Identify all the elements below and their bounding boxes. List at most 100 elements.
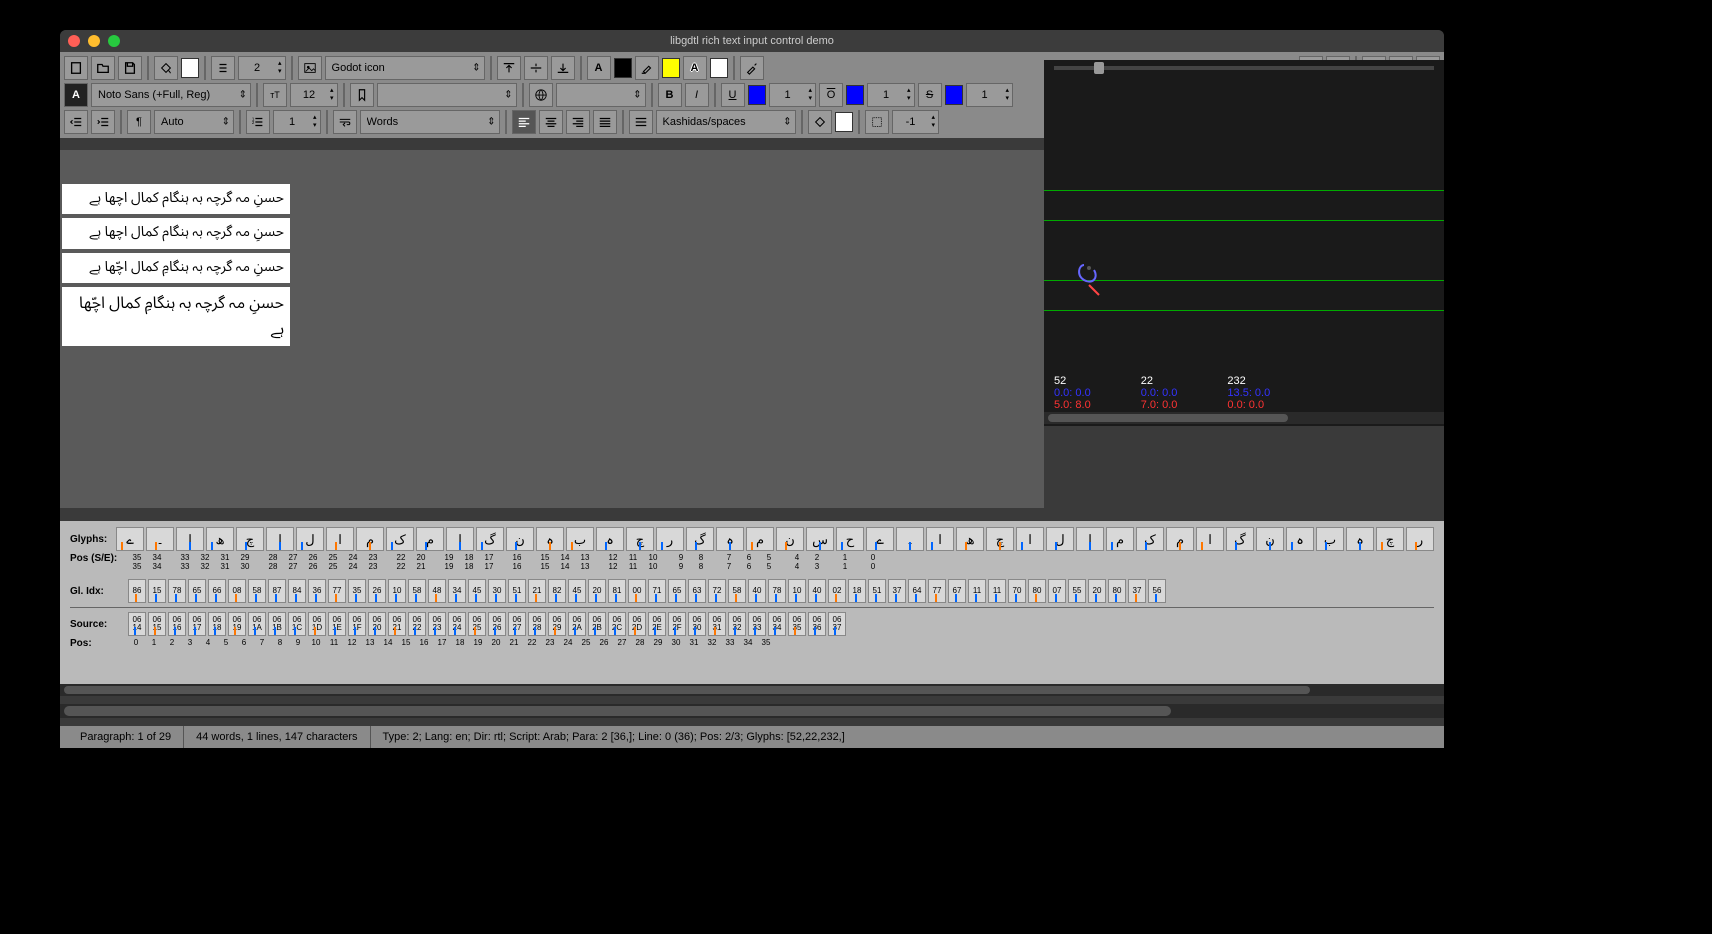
glyph-cell[interactable]: ہ [1346, 527, 1374, 551]
source-cell[interactable]: 0628 [528, 612, 546, 636]
glidx-cell[interactable]: 82 [548, 579, 566, 603]
source-cell[interactable]: 0626 [488, 612, 506, 636]
glyph-cell[interactable]: ر [1406, 527, 1434, 551]
text-block[interactable]: حسنِ مہ گرچہ بہ ہنگام کمال اچھا ہے حسنِ … [62, 184, 290, 346]
source-cell[interactable]: 0637 [828, 612, 846, 636]
wrap-select[interactable]: Words [360, 110, 500, 134]
glidx-cell[interactable]: 51 [508, 579, 526, 603]
glidx-cell[interactable]: 11 [988, 579, 1006, 603]
glidx-cell[interactable]: 80 [1028, 579, 1046, 603]
glidx-cell[interactable]: 67 [948, 579, 966, 603]
source-cell[interactable]: 061A [248, 612, 266, 636]
glyph-cell[interactable]: ۔ [146, 527, 174, 551]
source-cell[interactable]: 0629 [548, 612, 566, 636]
source-cell[interactable]: 0619 [228, 612, 246, 636]
glyph-cell[interactable]: ہ [716, 527, 744, 551]
italic-button[interactable]: I [685, 83, 709, 107]
glidx-cell[interactable]: 65 [668, 579, 686, 603]
eyedropper-button[interactable] [740, 56, 764, 80]
source-cell[interactable]: 0614 [128, 612, 146, 636]
justify-select[interactable]: Kashidas/spaces [656, 110, 796, 134]
indent-spinner[interactable]: 2 ▴▾ [238, 56, 286, 80]
list-level-spinner[interactable]: 1▴▾ [273, 110, 321, 134]
image-select[interactable]: Godot icon [325, 56, 485, 80]
outline-color-button[interactable]: A [683, 56, 707, 80]
source-cell[interactable]: 0624 [448, 612, 466, 636]
glidx-cell[interactable]: 77 [328, 579, 346, 603]
glyph-cell[interactable]: ے [866, 527, 894, 551]
feature-select[interactable] [377, 83, 517, 107]
glyph-cell[interactable]: ب [1316, 527, 1344, 551]
overline-button[interactable]: O [819, 83, 843, 107]
main-scrollbar[interactable] [60, 704, 1444, 718]
glyph-cell[interactable]: ھ [956, 527, 984, 551]
source-cell[interactable]: 0625 [468, 612, 486, 636]
glidx-cell[interactable]: 65 [188, 579, 206, 603]
glidx-cell[interactable]: 51 [868, 579, 886, 603]
source-cell[interactable]: 0616 [168, 612, 186, 636]
glyph-cell[interactable]: ہ [1286, 527, 1314, 551]
glidx-cell[interactable]: 78 [168, 579, 186, 603]
glidx-cell[interactable]: 48 [428, 579, 446, 603]
text-color-swatch[interactable] [614, 58, 632, 78]
source-cell[interactable]: 062A [568, 612, 586, 636]
inspector-scrollbar[interactable] [60, 684, 1444, 696]
margin-spinner[interactable]: -1▴▾ [892, 110, 940, 134]
glyph-cell[interactable]: ا [266, 527, 294, 551]
glyph-cell[interactable]: گ [1226, 527, 1254, 551]
slider-thumb[interactable] [1094, 62, 1104, 74]
glyph-cell[interactable]: چ [236, 527, 264, 551]
bold-button[interactable]: B [658, 83, 682, 107]
para-dir-button[interactable]: ¶ [127, 110, 151, 134]
glyph-cell[interactable]: ا [176, 527, 204, 551]
highlight-button[interactable] [635, 56, 659, 80]
glidx-cell[interactable]: 20 [1088, 579, 1106, 603]
source-cell[interactable]: 0630 [688, 612, 706, 636]
glyph-cell[interactable]: گ [476, 527, 504, 551]
glidx-cell[interactable]: 58 [728, 579, 746, 603]
source-cell[interactable]: 061E [328, 612, 346, 636]
glyph-cell[interactable]: ر [656, 527, 684, 551]
save-button[interactable] [118, 56, 142, 80]
fill-button[interactable] [154, 56, 178, 80]
glyph-cell[interactable]: ے [116, 527, 144, 551]
source-cell[interactable]: 0636 [808, 612, 826, 636]
source-cell[interactable]: 0634 [768, 612, 786, 636]
source-cell[interactable]: 0635 [788, 612, 806, 636]
glidx-cell[interactable]: 30 [488, 579, 506, 603]
glidx-cell[interactable]: 71 [648, 579, 666, 603]
glyph-cell[interactable]: م [1166, 527, 1194, 551]
underline-button[interactable]: U [721, 83, 745, 107]
glyph-cell[interactable]: چ [626, 527, 654, 551]
glidx-cell[interactable]: 15 [148, 579, 166, 603]
minimize-button[interactable] [88, 35, 100, 47]
glyph-cell[interactable]: ا [446, 527, 474, 551]
glidx-cell[interactable]: 07 [1048, 579, 1066, 603]
zoom-slider[interactable] [1054, 66, 1434, 70]
glyph-cell[interactable]: م [746, 527, 774, 551]
glidx-cell[interactable]: 78 [768, 579, 786, 603]
source-cell[interactable]: 0620 [368, 612, 386, 636]
source-cell[interactable]: 0622 [408, 612, 426, 636]
align-right-button[interactable] [566, 110, 590, 134]
glidx-cell[interactable]: 66 [208, 579, 226, 603]
underline-color-swatch[interactable] [748, 85, 766, 105]
glidx-cell[interactable]: 58 [408, 579, 426, 603]
glidx-cell[interactable]: 26 [368, 579, 386, 603]
glidx-cell[interactable]: 00 [628, 579, 646, 603]
source-cell[interactable]: 061D [308, 612, 326, 636]
glyph-cell[interactable]: ب [566, 527, 594, 551]
glidx-cell[interactable]: 40 [808, 579, 826, 603]
text-color-button[interactable]: A [587, 56, 611, 80]
glyph-cell[interactable]: چ [986, 527, 1014, 551]
source-cell[interactable]: 0623 [428, 612, 446, 636]
valign-top-button[interactable] [497, 56, 521, 80]
glidx-cell[interactable]: 64 [908, 579, 926, 603]
glidx-cell[interactable]: 87 [268, 579, 286, 603]
source-cell[interactable]: 061C [288, 612, 306, 636]
glidx-cell[interactable]: 81 [608, 579, 626, 603]
glidx-cell[interactable]: 10 [788, 579, 806, 603]
glyph-cell[interactable]: س [806, 527, 834, 551]
bg-color-button[interactable] [808, 110, 832, 134]
glidx-cell[interactable]: 11 [968, 579, 986, 603]
